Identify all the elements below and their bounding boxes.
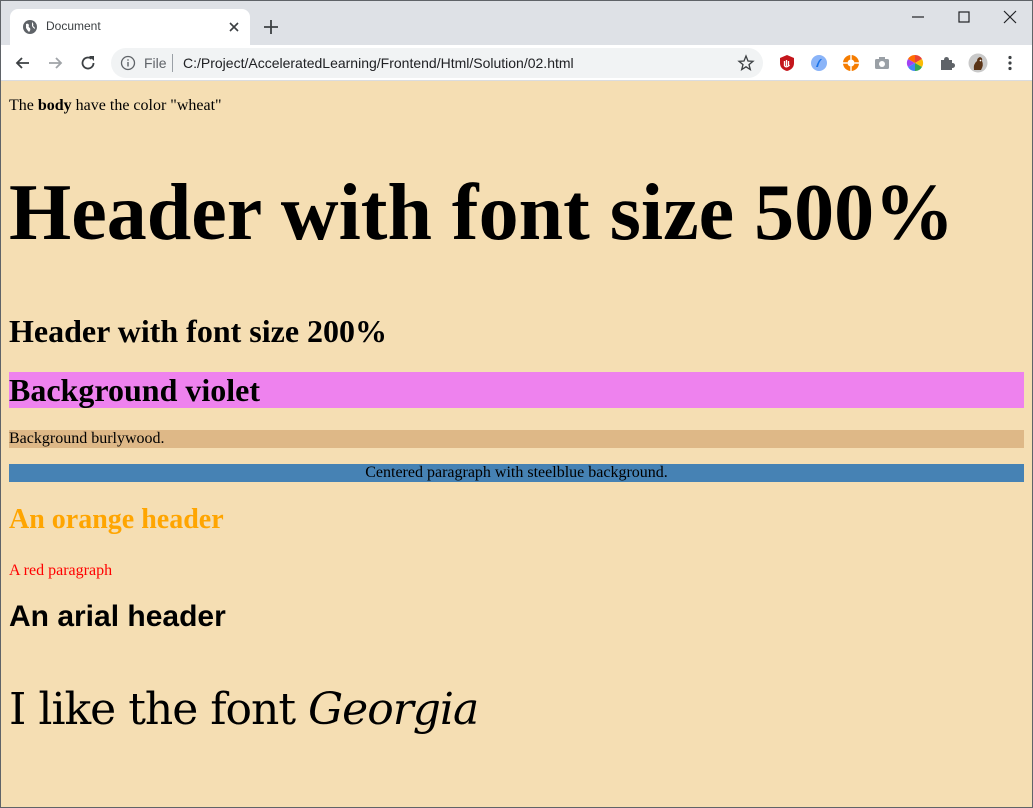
ublock-icon[interactable]	[777, 53, 797, 73]
violet-header: Background violet	[9, 372, 1024, 408]
red-paragraph: A red paragraph	[9, 562, 113, 579]
reload-icon[interactable]	[78, 53, 98, 73]
forward-arrow-icon[interactable]	[45, 53, 65, 73]
close-window-icon[interactable]	[1000, 7, 1020, 27]
burlywood-paragraph: Background burlywood.	[9, 430, 1024, 448]
georgia-prefix: I like the font	[9, 684, 309, 735]
plus-icon[interactable]	[262, 18, 280, 36]
steelblue-paragraph: Centered paragraph with steelblue backgr…	[9, 464, 1024, 482]
header-200: Header with font size 200%	[9, 313, 388, 349]
star-icon[interactable]	[737, 54, 755, 72]
globe-icon	[23, 20, 37, 34]
tab-title: Document	[46, 19, 101, 33]
tab-strip: Document	[1, 1, 1032, 45]
georgia-line: I like the font Georgia	[9, 688, 479, 732]
kebab-menu-icon[interactable]	[1000, 53, 1020, 73]
orange-extension-icon[interactable]	[841, 53, 861, 73]
color-wheel-icon[interactable]	[905, 53, 925, 73]
browser-window: Document File C:/Project/AcceleratedLear…	[0, 0, 1033, 808]
puzzle-icon[interactable]	[937, 53, 957, 73]
body-color-note: The body have the color "wheat"	[9, 97, 222, 115]
address-bar[interactable]: File C:/Project/AcceleratedLearning/Fron…	[111, 48, 763, 78]
browser-toolbar: File C:/Project/AcceleratedLearning/Fron…	[1, 45, 1032, 81]
blue-extension-icon[interactable]	[809, 53, 829, 73]
profile-avatar-icon[interactable]	[968, 53, 988, 73]
georgia-italic: Georgia	[308, 684, 479, 735]
header-500: Header with font size 500%	[9, 169, 955, 257]
tab-document[interactable]: Document	[10, 9, 250, 45]
camera-icon[interactable]	[872, 53, 892, 73]
close-icon[interactable]	[226, 19, 242, 35]
url-text[interactable]: C:/Project/AcceleratedLearning/Frontend/…	[183, 55, 574, 71]
arial-header: An arial header	[9, 600, 226, 633]
body-note-suffix: have the color "wheat"	[71, 97, 222, 114]
omnibox-divider	[172, 54, 173, 72]
minimize-icon[interactable]	[908, 7, 928, 27]
back-arrow-icon[interactable]	[13, 53, 33, 73]
info-icon[interactable]	[120, 55, 136, 71]
page-content: The body have the color "wheat" Header w…	[1, 81, 1032, 807]
body-note-prefix: The	[9, 97, 38, 114]
orange-header: An orange header	[9, 504, 224, 535]
scheme-label: File	[144, 55, 167, 71]
maximize-icon[interactable]	[954, 7, 974, 27]
body-note-bold: body	[37, 97, 72, 114]
